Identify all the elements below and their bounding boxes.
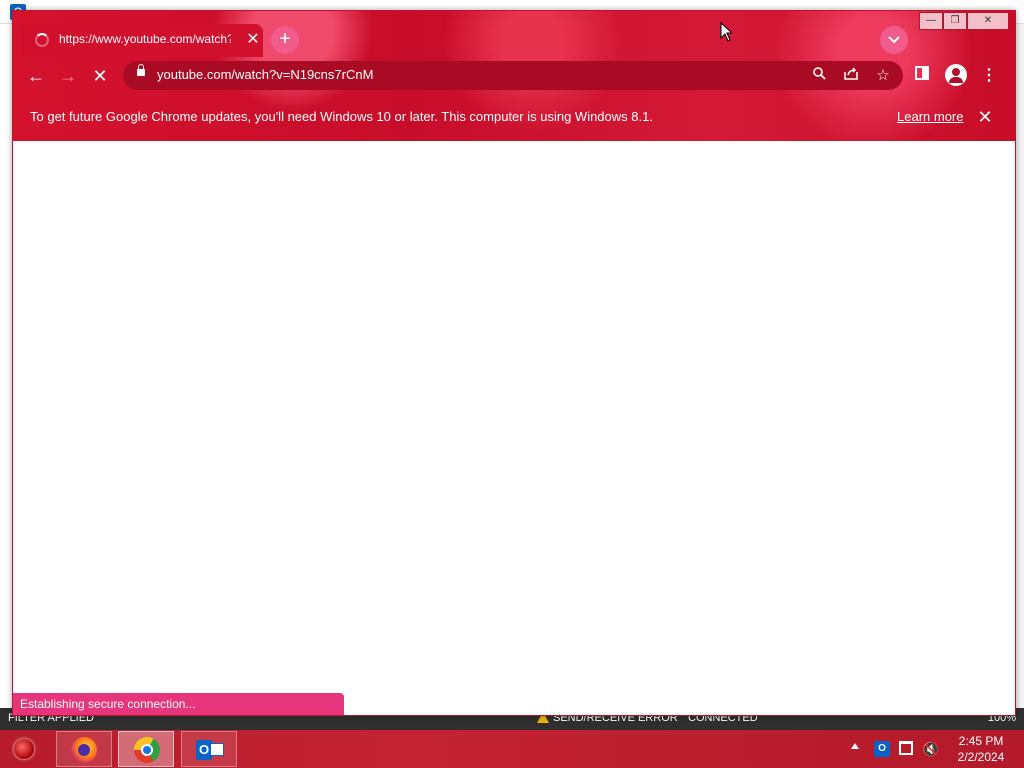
infobar-message: To get future Google Chrome updates, you… <box>30 109 653 124</box>
clock-time: 2:45 PM <box>958 734 1004 748</box>
back-button[interactable]: ← <box>23 63 49 89</box>
taskbar-chrome[interactable] <box>118 731 174 767</box>
show-hidden-icons-button[interactable] <box>851 743 859 749</box>
tab-title: https://www.youtube.com/watch?v=N19cns7r… <box>59 32 231 46</box>
start-button[interactable] <box>8 733 42 765</box>
tab-close-button[interactable]: ✕ <box>243 30 263 50</box>
stop-loading-button[interactable]: ✕ <box>87 63 113 89</box>
volume-muted-icon[interactable]: 🔇 <box>922 740 940 758</box>
network-icon[interactable] <box>899 741 913 755</box>
lock-icon[interactable] <box>137 64 145 76</box>
tray-outlook-icon[interactable]: O <box>874 741 890 757</box>
browser-toolbar: ← → ✕ youtube.com/watch?v=N19cns7rCnM ☆ … <box>13 59 1015 93</box>
menu-button[interactable]: ⋮ <box>981 63 997 89</box>
minimize-button[interactable]: — <box>919 12 943 30</box>
chevron-down-icon <box>888 36 900 44</box>
taskbar: O O 🔇 2:45 PM 2/2/2024 <box>0 730 1024 768</box>
chrome-icon <box>134 737 160 763</box>
learn-more-link[interactable]: Learn more <box>897 109 963 124</box>
browser-tab[interactable]: https://www.youtube.com/watch?v=N19cns7r… <box>21 24 263 57</box>
forward-button[interactable]: → <box>55 63 81 89</box>
new-tab-button[interactable]: + <box>271 26 299 54</box>
update-infobar: To get future Google Chrome updates, you… <box>13 95 1015 139</box>
close-window-button[interactable]: ✕ <box>967 12 1009 30</box>
side-panel-icon[interactable] <box>915 66 929 80</box>
star-icon[interactable]: ☆ <box>873 66 893 86</box>
url-text[interactable]: youtube.com/watch?v=N19cns7rCnM <box>157 67 373 82</box>
taskbar-outlook[interactable]: O <box>181 731 237 767</box>
status-bubble: Establishing secure connection... <box>13 693 344 715</box>
chrome-frame: https://www.youtube.com/watch?v=N19cns7r… <box>13 11 1015 141</box>
firefox-icon <box>71 737 97 763</box>
address-bar[interactable]: youtube.com/watch?v=N19cns7rCnM ☆ <box>123 61 903 90</box>
minimize-icon: — <box>926 15 936 26</box>
taskbar-clock[interactable]: 2:45 PM 2/2/2024 <box>948 733 1014 765</box>
share-icon[interactable] <box>841 66 861 86</box>
tab-search-button[interactable] <box>880 26 908 54</box>
taskbar-firefox[interactable] <box>56 731 112 767</box>
start-orb-icon <box>14 739 34 759</box>
zoom-icon[interactable] <box>809 66 829 86</box>
chrome-window: https://www.youtube.com/watch?v=N19cns7r… <box>12 10 1016 716</box>
maximize-button[interactable]: ❐ <box>943 12 967 30</box>
close-icon: ✕ <box>983 15 993 26</box>
clock-date: 2/2/2024 <box>957 750 1005 764</box>
loading-spinner-icon <box>35 33 49 47</box>
restore-icon: ❐ <box>950 15 960 26</box>
infobar-close-button[interactable]: ✕ <box>975 107 995 127</box>
outlook-icon: O <box>196 738 224 762</box>
page-content: Establishing secure connection... <box>13 141 1015 715</box>
profile-icon[interactable] <box>945 64 967 86</box>
